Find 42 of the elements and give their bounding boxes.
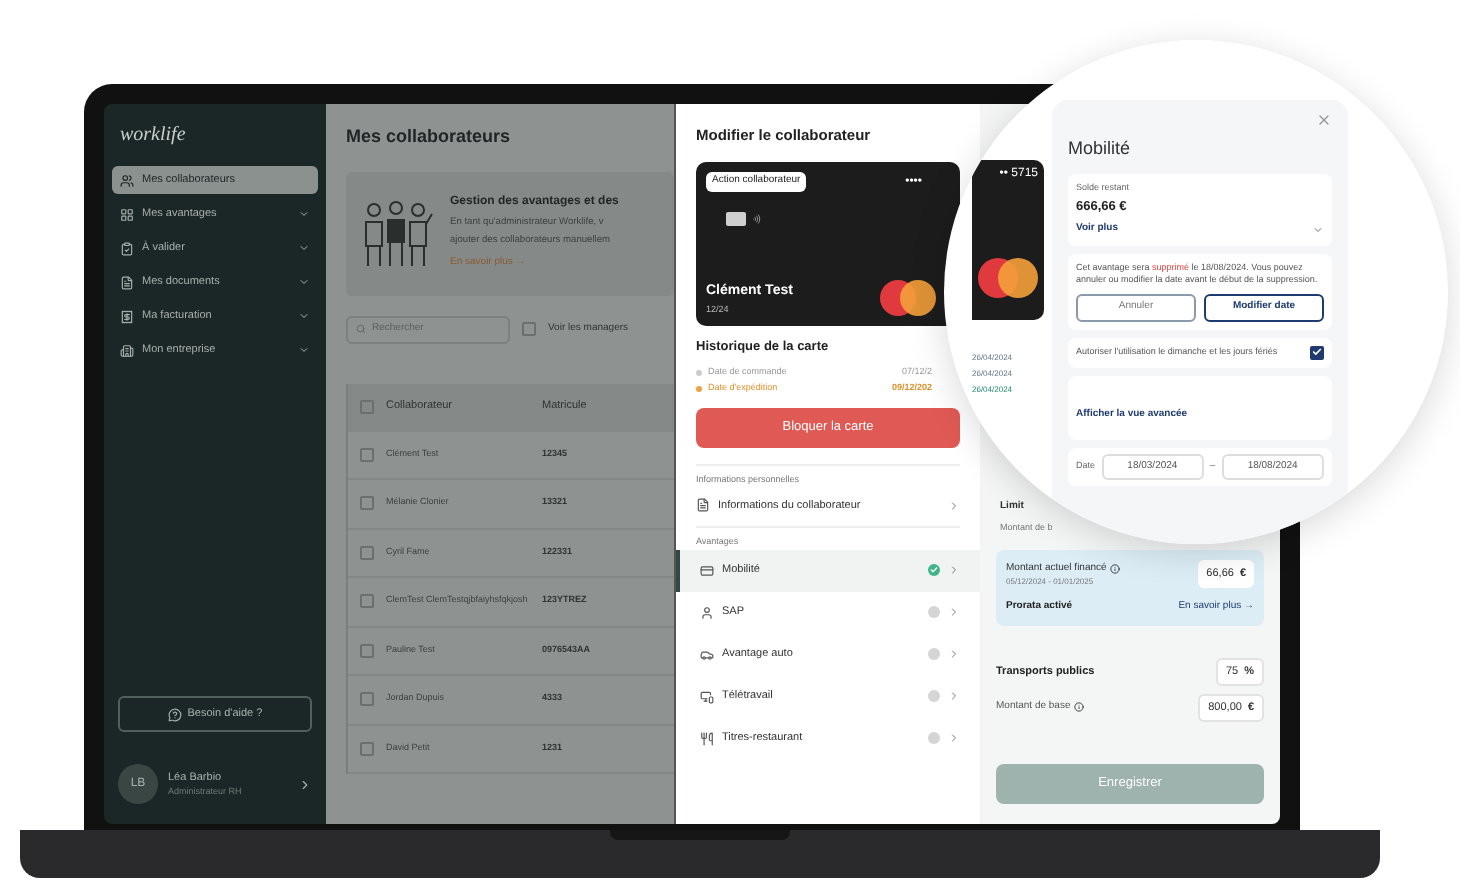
page-title: Mes collaborateurs	[346, 124, 513, 150]
benefit-icon	[700, 647, 714, 661]
benefit-icon	[700, 605, 714, 619]
menu-item-icon	[120, 173, 134, 187]
checkbox[interactable]	[360, 594, 374, 609]
mastercard-logo-icon	[878, 280, 938, 317]
checkbox[interactable]	[360, 447, 374, 462]
checkbox[interactable]	[360, 692, 374, 707]
checkbox[interactable]	[1310, 345, 1324, 359]
close-icon[interactable]	[1316, 112, 1332, 128]
info-icon	[1074, 702, 1085, 713]
checkbox[interactable]	[360, 643, 374, 658]
chevron-right-icon	[298, 777, 312, 791]
logo: worklife	[118, 122, 188, 150]
chevron-right-icon	[948, 732, 960, 744]
checkbox[interactable]	[522, 322, 536, 336]
search-icon	[356, 324, 366, 334]
chevron-right-icon	[948, 499, 960, 512]
chevron-right-icon	[948, 648, 960, 660]
checkbox[interactable]	[360, 545, 374, 560]
id-card-icon	[696, 498, 710, 513]
contactless-icon	[752, 213, 762, 224]
checkbox[interactable]	[360, 741, 374, 756]
chevron-right-icon	[948, 564, 960, 576]
menu-item-icon	[120, 275, 134, 289]
menu-item-icon	[120, 343, 134, 357]
menu-item-icon	[120, 309, 134, 323]
checkbox[interactable]	[360, 400, 374, 414]
benefit-icon	[700, 563, 714, 577]
chevron-right-icon	[948, 690, 960, 702]
info-icon	[1110, 563, 1121, 574]
chevron-right-icon	[948, 606, 960, 618]
chevron-down-icon	[1312, 223, 1324, 236]
panel-title: Mobilité	[1068, 136, 1133, 162]
mastercard-logo-icon	[978, 258, 1038, 298]
menu-item-icon	[120, 207, 134, 221]
benefit-icon	[700, 689, 714, 703]
checkbox[interactable]	[360, 496, 374, 511]
card-chip	[726, 211, 746, 226]
benefit-icon	[700, 731, 714, 745]
menu-item-icon	[120, 241, 134, 255]
help-icon	[167, 707, 182, 721]
